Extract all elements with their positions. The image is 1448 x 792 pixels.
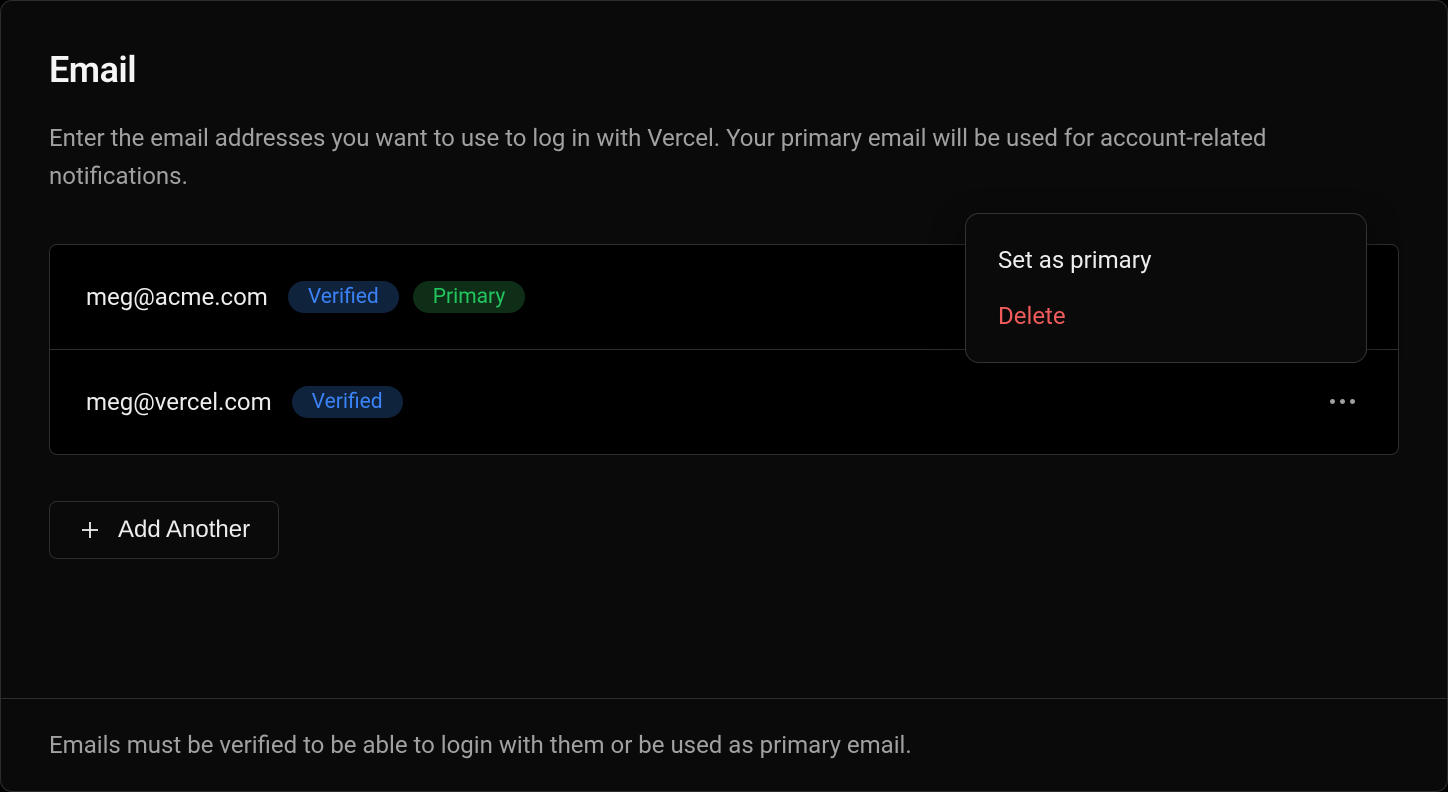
verified-badge: Verified <box>288 281 399 313</box>
email-address: meg@vercel.com <box>86 388 272 416</box>
verified-badge: Verified <box>292 386 403 418</box>
more-options-button[interactable] <box>1322 382 1362 422</box>
footer-text: Emails must be verified to be able to lo… <box>49 731 1399 759</box>
add-another-label: Add Another <box>118 516 250 544</box>
menu-item-delete[interactable]: Delete <box>966 288 1366 344</box>
primary-badge: Primary <box>413 281 526 313</box>
context-menu: Set as primary Delete <box>965 213 1367 363</box>
email-settings-card: Email Enter the email addresses you want… <box>0 0 1448 792</box>
add-another-button[interactable]: Add Another <box>49 501 279 559</box>
more-horizontal-icon <box>1330 399 1355 404</box>
email-row: meg@vercel.com Verified <box>50 350 1398 454</box>
card-footer: Emails must be verified to be able to lo… <box>1 698 1447 791</box>
section-description: Enter the email addresses you want to us… <box>49 119 1399 196</box>
section-title: Email <box>49 49 1399 91</box>
plus-icon <box>78 518 102 542</box>
menu-item-set-primary[interactable]: Set as primary <box>966 232 1366 288</box>
email-address: meg@acme.com <box>86 283 268 311</box>
